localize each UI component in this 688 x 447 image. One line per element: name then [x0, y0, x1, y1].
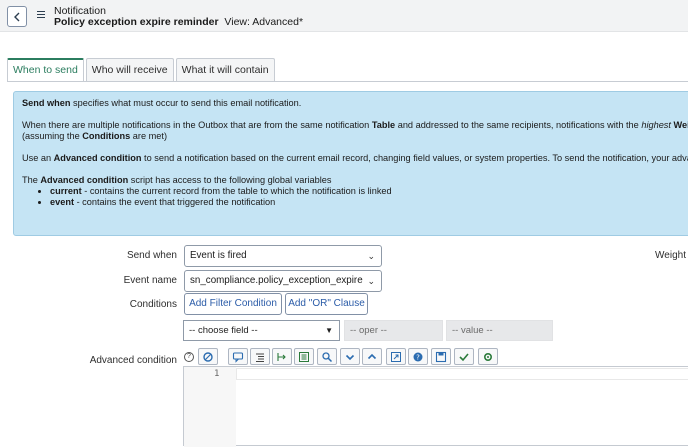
info-bold: current — [50, 186, 82, 196]
send-when-select[interactable]: Event is fired ⌄ — [184, 245, 382, 267]
info-text: are met) — [130, 131, 168, 141]
svg-text:?: ? — [416, 353, 420, 361]
choose-field-value: -- choose field -- — [189, 325, 258, 336]
send-when-value: Event is fired — [190, 250, 247, 261]
chevron-down-icon[interactable] — [340, 348, 360, 365]
check-syntax-icon[interactable] — [454, 348, 474, 365]
caret-down-icon: ▼ — [325, 326, 333, 335]
event-name-label: Event name — [123, 275, 177, 286]
choose-field-select[interactable]: -- choose field -- ▼ — [183, 320, 340, 341]
tab-divider — [7, 81, 688, 82]
save-icon[interactable] — [431, 348, 451, 365]
editor-current-line[interactable] — [236, 368, 688, 380]
chevron-left-icon — [14, 12, 20, 21]
tab-what-it-will-contain[interactable]: What it will contain — [175, 58, 275, 82]
comment-icon[interactable] — [228, 348, 248, 365]
script-editor[interactable]: 1 — [183, 366, 688, 447]
info-message-box: Send when specifies what must occur to s… — [13, 91, 688, 236]
fullscreen-icon[interactable] — [386, 348, 406, 365]
format-code-icon[interactable] — [250, 348, 270, 365]
search-icon[interactable] — [317, 348, 337, 365]
info-text: specifies what must occur to send this e… — [70, 98, 302, 108]
chevron-down-icon: ⌄ — [367, 251, 375, 261]
info-text: - contains the event that triggered the … — [74, 197, 276, 207]
section-tabs: When to send Who will receive What it wi… — [7, 58, 277, 82]
tab-when-to-send[interactable]: When to send — [7, 58, 84, 82]
info-bold: Advanced condition — [40, 175, 129, 185]
line-number: 1 — [214, 369, 220, 379]
info-send-when-bold: Send when — [22, 98, 71, 108]
header-title: Notification Policy exception expire rem… — [54, 6, 303, 28]
event-name-select[interactable]: sn_compliance.policy_exception_expire ⌄ — [184, 270, 382, 292]
info-italic: highest — [641, 120, 671, 130]
replace-icon[interactable] — [294, 348, 314, 365]
help-icon[interactable]: ? — [184, 352, 194, 362]
info-text: When there are multiple notifications in… — [22, 120, 372, 130]
header-record-name: Policy exception expire reminder — [54, 16, 219, 28]
add-filter-condition-button[interactable]: Add Filter Condition — [184, 293, 282, 315]
list-item: current - contains the current record fr… — [50, 186, 688, 197]
form-header: Notification Policy exception expire rem… — [0, 0, 688, 32]
hamburger-menu-icon[interactable] — [37, 11, 45, 19]
info-text: Use an — [22, 153, 54, 163]
add-or-clause-button[interactable]: Add "OR" Clause — [285, 293, 368, 315]
help-circle-icon[interactable]: ? — [408, 348, 428, 365]
list-item: event - contains the event that triggere… — [50, 197, 688, 208]
advanced-condition-label: Advanced condition — [89, 355, 177, 366]
info-bold: Advanced condition — [53, 153, 142, 163]
conditions-label: Conditions — [129, 299, 177, 310]
script-debug-icon[interactable] — [198, 348, 218, 365]
info-text: to send a notification based on the curr… — [141, 153, 688, 163]
insert-line-icon[interactable] — [272, 348, 292, 365]
event-name-value: sn_compliance.policy_exception_expire — [190, 275, 363, 286]
info-text: and addressed to the same recipients, no… — [395, 120, 642, 130]
value-input: -- value -- — [446, 320, 553, 341]
info-variable-list: current - contains the current record fr… — [22, 186, 688, 208]
info-bold: Table — [371, 120, 396, 130]
info-bold: Weight — [673, 120, 688, 130]
send-when-label: Send when — [126, 250, 177, 261]
script-settings-icon[interactable] — [478, 348, 498, 365]
chevron-down-icon: ⌄ — [367, 276, 375, 286]
back-button[interactable] — [7, 6, 27, 27]
info-bold: event — [50, 197, 75, 207]
info-text: (assuming the — [22, 131, 83, 141]
info-bold: Conditions — [82, 131, 131, 141]
tab-who-will-receive[interactable]: Who will receive — [85, 58, 174, 82]
info-text: script has access to the following globa… — [128, 175, 332, 185]
header-view-label[interactable]: View: Advanced* — [224, 16, 303, 28]
operator-select: -- oper -- — [344, 320, 443, 341]
info-text: - contains the current record from the t… — [81, 186, 392, 196]
info-text: The — [22, 175, 41, 185]
chevron-up-icon[interactable] — [362, 348, 382, 365]
editor-gutter — [184, 367, 236, 447]
weight-label: Weight — [655, 250, 686, 261]
